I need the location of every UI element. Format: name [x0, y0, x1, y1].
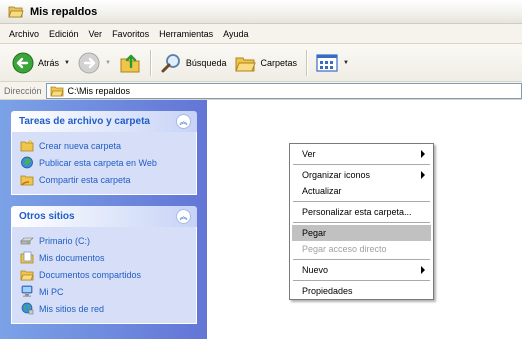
folders-label: Carpetas [260, 57, 297, 68]
task-label: Publicar esta carpeta en Web [39, 157, 157, 168]
folders-button[interactable]: Carpetas [230, 49, 301, 77]
menu-separator [293, 164, 430, 165]
address-value: C:\Mis repaldos [67, 85, 131, 96]
place-my-documents[interactable]: Mis documentos [20, 249, 190, 266]
drive-icon [20, 234, 34, 247]
place-label: Mis sitios de red [39, 303, 105, 314]
up-folder-button[interactable] [115, 49, 145, 77]
menu-separator [293, 201, 430, 202]
toolbar-separator [306, 49, 307, 76]
other-places-panel: Otros sitios ︽ Primario (C:) Mis documen… [11, 206, 197, 324]
ctx-label: Propiedades [302, 286, 353, 296]
search-label: Búsqueda [185, 57, 227, 68]
ctx-label: Nuevo [302, 265, 329, 275]
ctx-nuevo[interactable]: Nuevo [292, 262, 431, 278]
globe-icon [20, 156, 34, 169]
share-folder-icon [20, 173, 34, 186]
search-icon [160, 52, 182, 74]
back-dropdown-icon[interactable]: ▼ [64, 60, 70, 66]
place-shared-documents[interactable]: Documentos compartidos [20, 266, 190, 283]
ctx-label: Organizar iconos [302, 170, 371, 180]
menu-favoritos[interactable]: Favoritos [107, 29, 154, 39]
collapse-icon[interactable]: ︽ [176, 209, 191, 224]
title-bar: Mis repaldos [0, 0, 522, 24]
place-label: Primario (C:) [39, 235, 90, 246]
place-primary-drive[interactable]: Primario (C:) [20, 232, 190, 249]
task-label: Crear nueva carpeta [39, 140, 122, 151]
back-button[interactable]: Atrás ▼ [8, 49, 74, 77]
file-tasks-title: Tareas de archivo y carpeta [19, 116, 150, 127]
forward-dropdown-icon[interactable]: ▼ [105, 60, 111, 66]
place-label: Mi PC [39, 286, 64, 297]
task-share-folder[interactable]: Compartir esta carpeta [20, 171, 190, 188]
menu-separator [293, 222, 430, 223]
forward-arrow-icon [78, 52, 100, 74]
place-label: Documentos compartidos [39, 269, 142, 280]
ctx-label: Pegar [302, 228, 327, 238]
ctx-ver[interactable]: Ver [292, 146, 431, 162]
back-arrow-icon [12, 52, 34, 74]
other-places-title: Otros sitios [19, 211, 75, 222]
views-icon [316, 53, 338, 73]
shared-folder-icon [20, 268, 34, 281]
submenu-arrow-icon [421, 150, 425, 158]
task-new-folder[interactable]: Crear nueva carpeta [20, 137, 190, 154]
submenu-arrow-icon [421, 171, 425, 179]
other-places-body: Primario (C:) Mis documentos Documentos … [11, 227, 197, 324]
task-pane: Tareas de archivo y carpeta ︽ Crear nuev… [0, 100, 207, 339]
ctx-propiedades[interactable]: Propiedades [292, 283, 431, 299]
toolbar: Atrás ▼ ▼ Búsqueda Carpetas ▼ [0, 44, 522, 82]
new-folder-icon [20, 139, 34, 152]
place-my-computer[interactable]: Mi PC [20, 283, 190, 300]
menu-ver[interactable]: Ver [84, 29, 108, 39]
task-label: Compartir esta carpeta [39, 174, 131, 185]
address-label: Dirección [4, 85, 42, 96]
back-label: Atrás [38, 57, 60, 68]
up-folder-icon [119, 52, 141, 74]
menu-separator [293, 280, 430, 281]
ctx-personalizar[interactable]: Personalizar esta carpeta... [292, 204, 431, 220]
place-label: Mis documentos [39, 252, 105, 263]
menu-ayuda[interactable]: Ayuda [218, 29, 253, 39]
menu-archivo[interactable]: Archivo [4, 29, 44, 39]
address-bar: Dirección C:\Mis repaldos [0, 82, 522, 100]
search-button[interactable]: Búsqueda [156, 49, 231, 77]
documents-icon [20, 251, 34, 264]
context-menu: Ver Organizar iconos Actualizar Personal… [289, 143, 434, 300]
menu-herramientas[interactable]: Herramientas [154, 29, 218, 39]
address-input[interactable]: C:\Mis repaldos [45, 82, 522, 99]
menu-edicion[interactable]: Edición [44, 29, 84, 39]
toolbar-separator [149, 49, 151, 76]
folders-icon [234, 52, 257, 74]
folder-open-icon [8, 5, 24, 19]
menu-bar: Archivo Edición Ver Favoritos Herramient… [0, 24, 522, 44]
ctx-label: Actualizar [302, 186, 342, 196]
ctx-pegar[interactable]: Pegar [292, 225, 431, 241]
task-publish-web[interactable]: Publicar esta carpeta en Web [20, 154, 190, 171]
file-tasks-body: Crear nueva carpeta Publicar esta carpet… [11, 132, 197, 195]
views-dropdown-icon[interactable]: ▼ [343, 60, 349, 66]
network-icon [20, 302, 34, 315]
other-places-header[interactable]: Otros sitios ︽ [11, 206, 197, 227]
ctx-label: Ver [302, 149, 316, 159]
file-tasks-panel: Tareas de archivo y carpeta ︽ Crear nuev… [11, 111, 197, 195]
collapse-icon[interactable]: ︽ [176, 114, 191, 129]
views-button[interactable]: ▼ [312, 49, 353, 77]
ctx-actualizar[interactable]: Actualizar [292, 183, 431, 199]
forward-button[interactable]: ▼ [74, 49, 115, 77]
computer-icon [20, 285, 34, 298]
ctx-pegar-acceso-directo: Pegar acceso directo [292, 241, 431, 257]
submenu-arrow-icon [421, 266, 425, 274]
ctx-organizar-iconos[interactable]: Organizar iconos [292, 167, 431, 183]
menu-separator [293, 259, 430, 260]
folder-icon [49, 85, 64, 97]
window-title: Mis repaldos [30, 5, 98, 18]
file-tasks-header[interactable]: Tareas de archivo y carpeta ︽ [11, 111, 197, 132]
ctx-label: Personalizar esta carpeta... [302, 207, 412, 217]
place-network[interactable]: Mis sitios de red [20, 300, 190, 317]
ctx-label: Pegar acceso directo [302, 244, 387, 254]
